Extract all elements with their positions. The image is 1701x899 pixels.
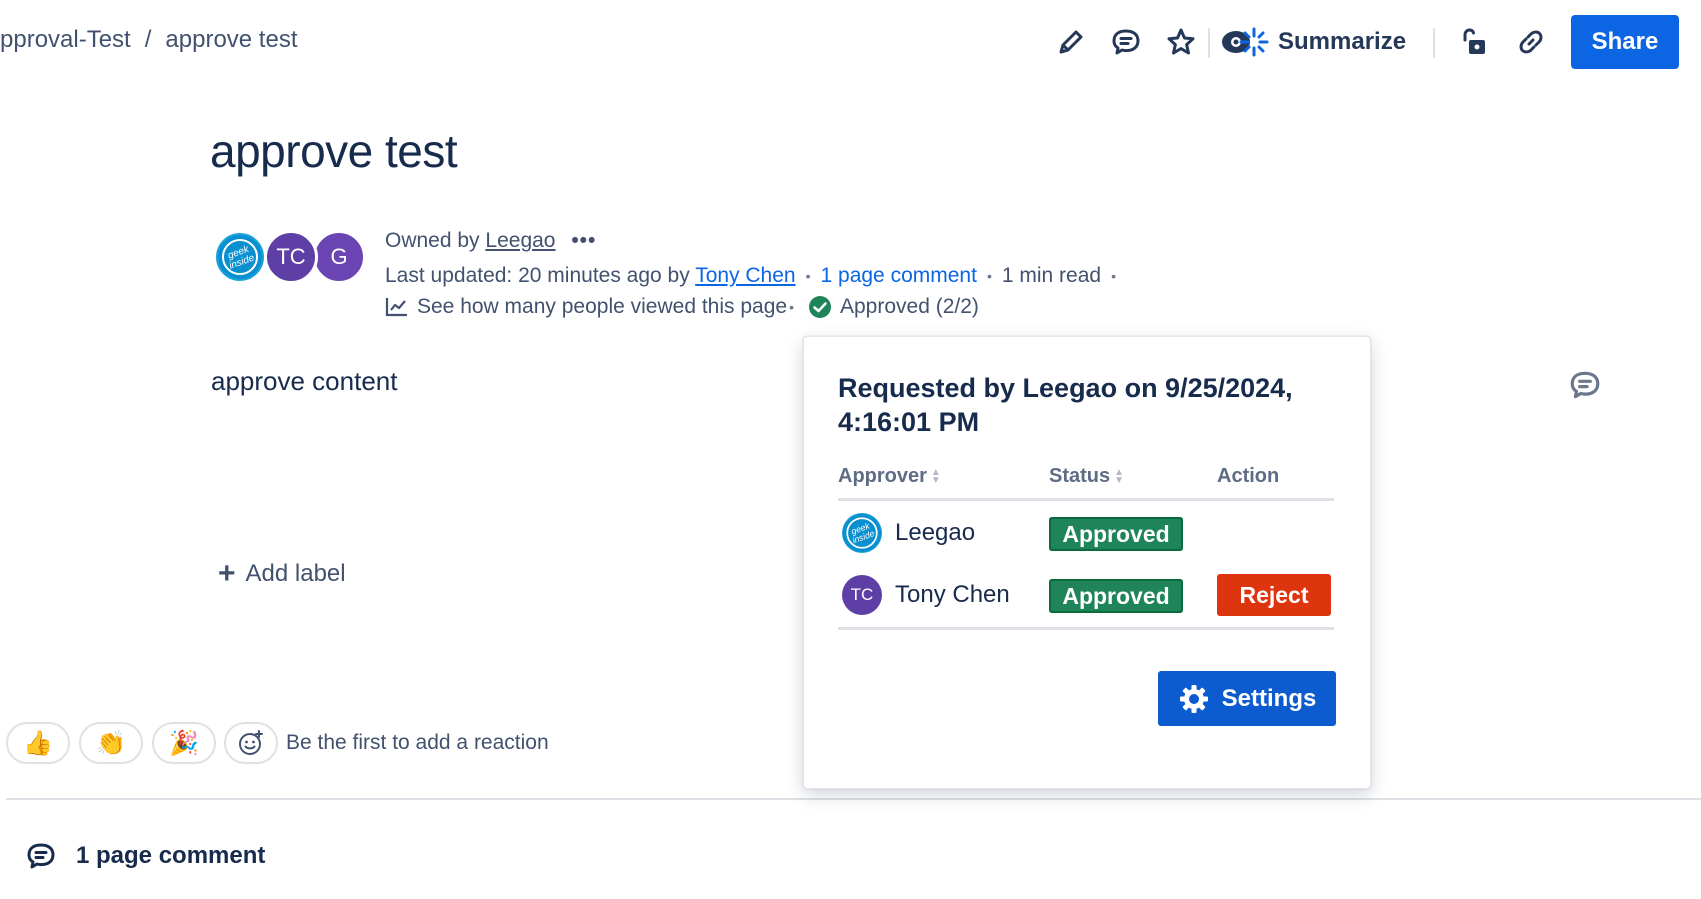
last-updated-label: Last updated: 20 minutes ago by xyxy=(385,264,690,287)
more-actions-icon[interactable]: ••• xyxy=(571,229,596,252)
column-header-status[interactable]: Status ▲ ▼ xyxy=(1049,465,1124,488)
add-label-button[interactable]: + Add label xyxy=(218,557,346,590)
column-status-label: Status xyxy=(1049,465,1111,487)
page-content: approve content xyxy=(211,366,398,396)
column-action-label: Action xyxy=(1217,465,1280,487)
summarize-button[interactable]: Summarize xyxy=(1238,22,1406,62)
star-icon[interactable] xyxy=(1161,22,1201,62)
settings-label: Settings xyxy=(1221,684,1317,712)
reaction-thumbs-up[interactable]: 👍 xyxy=(6,722,70,764)
approver-name: Tony Chen xyxy=(895,581,1010,608)
toolbar-divider xyxy=(1433,28,1435,58)
column-header-approver[interactable]: Approver ▲ ▼ xyxy=(838,465,941,488)
reaction-party[interactable]: 🎉 xyxy=(152,722,216,764)
comment-icon xyxy=(24,840,58,872)
table-footer-divider xyxy=(838,627,1334,630)
updated-by-link[interactable]: Tony Chen xyxy=(695,264,795,287)
comment-icon[interactable] xyxy=(1106,22,1146,62)
restrictions-icon[interactable] xyxy=(1453,22,1493,62)
summarize-label: Summarize xyxy=(1278,28,1407,55)
breadcrumb: pproval-Test / approve test xyxy=(0,26,298,54)
separator-dot: • xyxy=(986,268,992,285)
sort-icon: ▲ ▼ xyxy=(930,466,941,486)
approver-avatar-leegao: geek inside xyxy=(842,513,882,553)
read-time: 1 min read xyxy=(1001,264,1102,287)
comments-heading-text: 1 page comment xyxy=(76,842,266,869)
owner-link[interactable]: Leegao xyxy=(485,229,555,252)
inline-comment-icon[interactable] xyxy=(1567,368,1607,404)
approver-name: Leegao xyxy=(895,519,976,546)
toolbar-divider xyxy=(1208,28,1210,58)
breadcrumb-separator: / xyxy=(144,26,152,53)
approval-status[interactable]: Approved (2/2) xyxy=(840,295,979,319)
approval-request-title: Requested by Leegao on 9/25/2024, 4:16:0… xyxy=(838,373,1293,437)
divider xyxy=(6,798,1701,800)
separator-dot: • xyxy=(789,299,794,315)
add-label-text: Add label xyxy=(245,560,346,587)
reaction-hint: Be the first to add a reaction xyxy=(286,731,549,754)
column-header-action: Action xyxy=(1217,465,1279,488)
analytics-link[interactable]: See how many people viewed this page xyxy=(417,295,787,319)
owned-by-label: Owned by xyxy=(385,229,480,252)
reaction-clap[interactable]: 👏 xyxy=(79,722,143,764)
breadcrumb-space-link[interactable]: pproval-Test xyxy=(0,26,131,53)
page-comment-link[interactable]: 1 page comment xyxy=(821,264,977,287)
owner-line: Owned by Leegao ••• xyxy=(385,229,596,253)
analytics-chart-icon xyxy=(385,296,409,318)
avatar-tc[interactable]: TC xyxy=(264,230,318,284)
last-updated-line: Last updated: 20 minutes ago by Tony Che… xyxy=(385,264,1126,288)
column-approver-label: Approver xyxy=(838,465,927,487)
share-button[interactable]: Share xyxy=(1571,15,1679,69)
pencil-icon[interactable] xyxy=(1051,22,1091,62)
separator-dot: • xyxy=(805,268,811,285)
page-title: approve test xyxy=(210,125,458,177)
separator-dot: • xyxy=(1111,268,1116,285)
avatar-g[interactable]: G xyxy=(312,230,366,284)
status-badge: Approved xyxy=(1049,517,1183,551)
table-header-divider xyxy=(838,498,1334,501)
check-circle-icon xyxy=(808,295,832,319)
breadcrumb-page-link[interactable]: approve test xyxy=(165,26,297,53)
gear-icon xyxy=(1178,683,1210,715)
plus-icon: + xyxy=(218,557,236,590)
approver-avatar-tc: TC xyxy=(842,575,882,615)
settings-button[interactable]: Settings xyxy=(1158,671,1336,726)
add-reaction-icon[interactable] xyxy=(224,722,278,764)
comments-heading: 1 page comment xyxy=(24,840,265,872)
sparkle-icon xyxy=(1238,26,1270,58)
sort-icon: ▲ ▼ xyxy=(1114,466,1125,486)
link-icon[interactable] xyxy=(1511,22,1551,62)
approval-popover: Requested by Leegao on 9/25/2024, 4:16:0… xyxy=(803,336,1371,789)
reject-button[interactable]: Reject xyxy=(1217,574,1331,616)
status-badge: Approved xyxy=(1049,579,1183,613)
avatar-leegao[interactable]: geek inside xyxy=(213,230,267,284)
analytics-line: See how many people viewed this page • Ap… xyxy=(385,295,979,319)
